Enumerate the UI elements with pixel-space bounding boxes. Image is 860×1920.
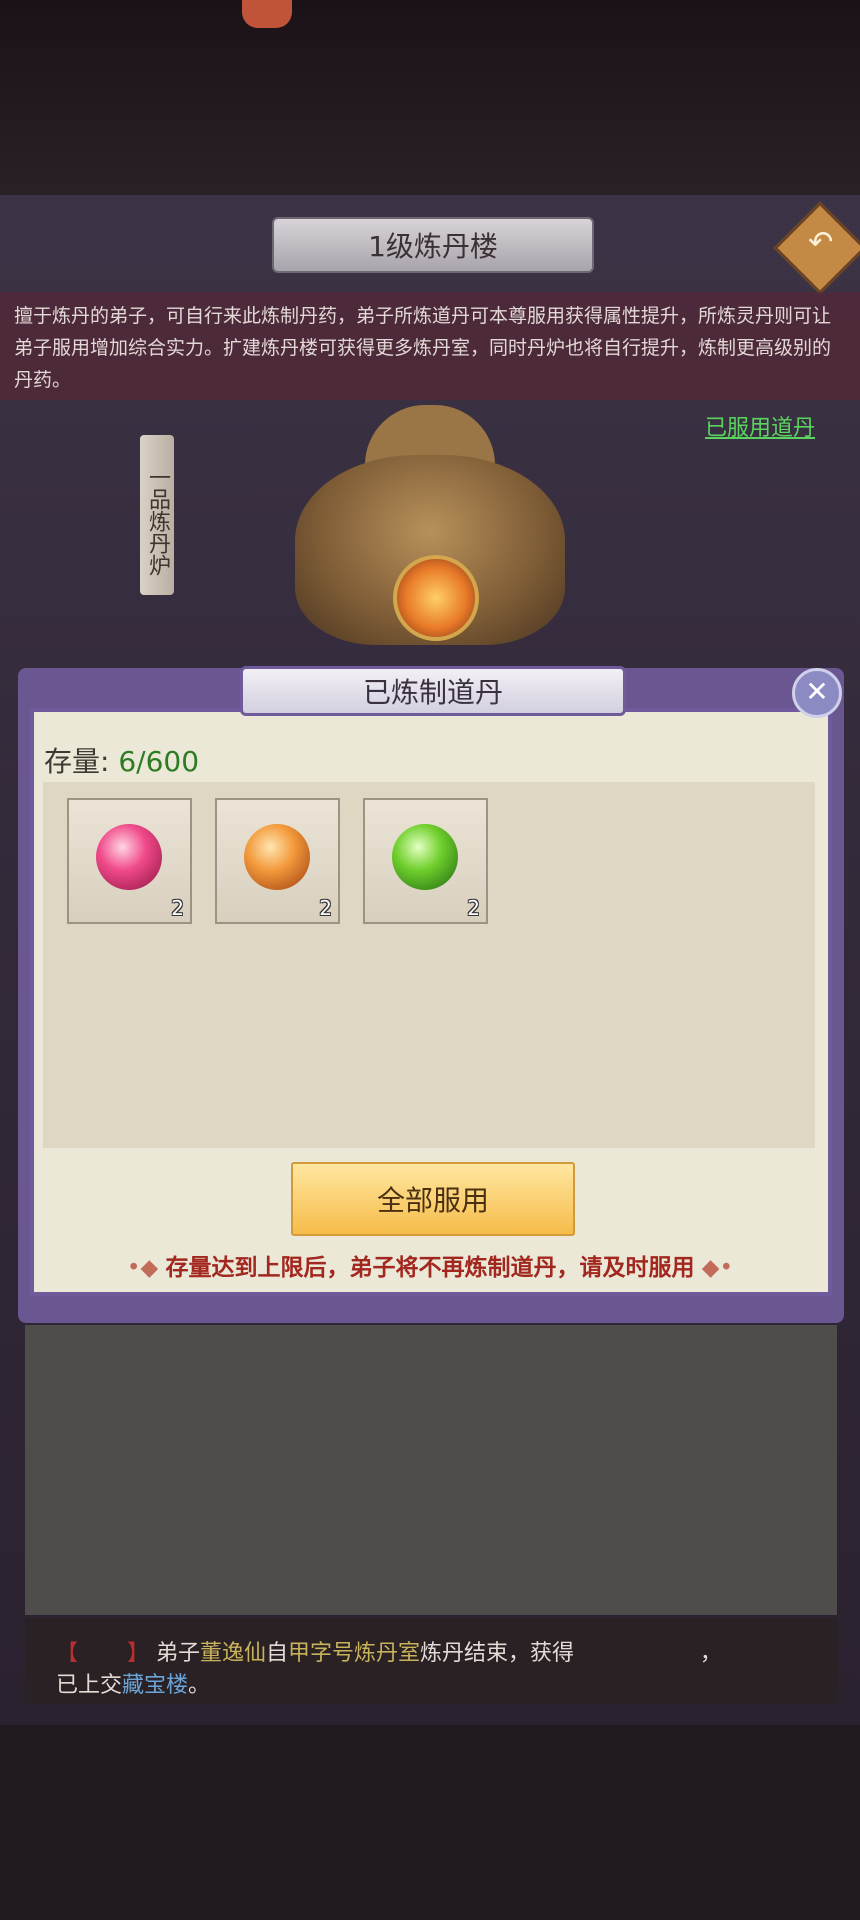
log-middle: 炼丹结束，获得 (420, 1641, 575, 1666)
alchemy-room-name: 甲字号炼丹室 (288, 1641, 421, 1666)
pill-slot-2[interactable]: 2 (215, 798, 340, 924)
close-icon: ✕ (805, 675, 829, 708)
page-title: 1级炼丹楼 (272, 217, 594, 273)
obtained-item (574, 1641, 700, 1666)
tip-decoration-left: •◆ (126, 1255, 166, 1281)
log-prefix: 弟子 (155, 1641, 200, 1666)
log-comma: ， (699, 1641, 722, 1666)
pill-slot-1[interactable]: 2 (67, 798, 192, 924)
log-line2-prefix: 已上交 (56, 1673, 123, 1698)
lower-panel (25, 1325, 837, 1615)
used-pills-link[interactable]: 已服用道丹 (705, 410, 815, 442)
storage-display: 存量: 6/600 (44, 740, 199, 780)
log-line-2: 已上交藏宝楼。 (56, 1670, 722, 1702)
green-pill-orb-icon (392, 824, 458, 890)
log-from: 自 (265, 1641, 288, 1666)
storage-value: 6/600 (118, 745, 200, 778)
furnace-label-tab[interactable]: 一品炼丹炉 (140, 435, 174, 595)
treasure-house-link[interactable]: 藏宝楼 (122, 1673, 188, 1698)
disciple-name: 董逸仙 (199, 1641, 266, 1666)
log-line-1: 【 】 弟子董逸仙自甲字号炼丹室炼丹结束，获得 ， (56, 1638, 722, 1670)
storage-label: 存量: (44, 745, 110, 778)
alchemy-furnace[interactable] (235, 405, 625, 655)
top-status-area (0, 0, 860, 195)
description-text: 擅于炼丹的弟子，可自行来此炼制丹药，弟子所炼道丹可本尊服用获得属性提升，所炼灵丹… (14, 305, 832, 391)
pill-slot-3[interactable]: 2 (363, 798, 488, 924)
pill-count: 2 (467, 896, 480, 920)
log-line2-suffix: 。 (188, 1673, 211, 1698)
storage-limit-tip: •◆ 存量达到上限后，弟子将不再炼制道丹，请及时服用 ◆• (0, 1248, 860, 1282)
app-logo-icon (242, 0, 292, 28)
orange-pill-orb-icon (244, 824, 310, 890)
tip-decoration-right: ◆• (694, 1255, 734, 1281)
close-button[interactable]: ✕ (792, 668, 842, 718)
pill-count: 2 (319, 896, 332, 920)
return-arrow-icon: ↶ (808, 224, 834, 260)
pill-count: 2 (171, 896, 184, 920)
furnace-fire-orb-icon (393, 555, 479, 641)
take-all-button[interactable]: 全部服用 (291, 1162, 575, 1236)
tip-text: 存量达到上限后，弟子将不再炼制道丹，请及时服用 (165, 1255, 695, 1281)
red-pill-orb-icon (96, 824, 162, 890)
dialog-title: 已炼制道丹 (240, 666, 626, 716)
bottom-area (0, 1725, 860, 1920)
alchemy-log: 【 】 弟子董逸仙自甲字号炼丹室炼丹结束，获得 ， 已上交藏宝楼。 (56, 1638, 722, 1702)
log-tag: 【 】 (56, 1641, 149, 1666)
